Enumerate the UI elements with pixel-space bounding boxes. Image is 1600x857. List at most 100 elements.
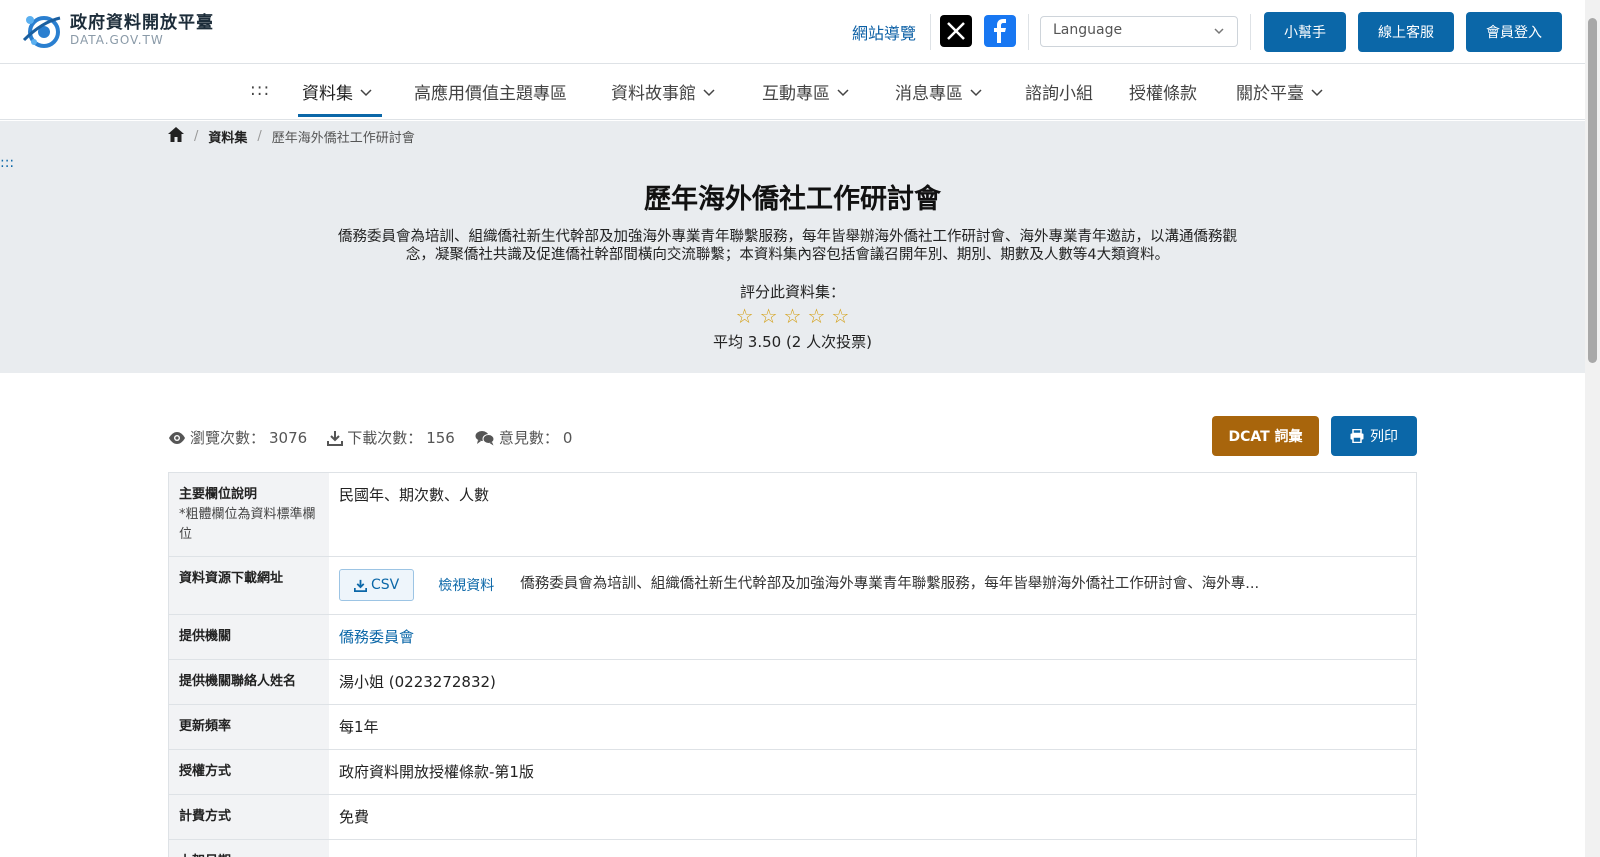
facebook-icon[interactable] (984, 15, 1016, 47)
table-row: 主要欄位說明 *粗體欄位為資料標準欄位 民國年、期次數、人數 (169, 473, 1416, 557)
dataset-metadata-table: 主要欄位說明 *粗體欄位為資料標準欄位 民國年、期次數、人數 資料資源下載網址 … (168, 472, 1417, 857)
star-icon[interactable]: ☆ (736, 306, 754, 326)
divider (1028, 14, 1029, 50)
rating-stars: ☆ ☆ ☆ ☆ ☆ (0, 306, 1585, 326)
row-label: 提供機關聯絡人姓名 (169, 660, 329, 704)
logo-name: 政府資料開放平臺 (70, 13, 214, 33)
logo-sub: DATA.GOV.TW (70, 33, 164, 47)
row-note: *粗體欄位為資料標準欄位 (179, 507, 316, 542)
page-scrollbar[interactable] (1585, 0, 1600, 857)
row-value: 每1年 (339, 718, 379, 736)
row-label: 提供機關 (169, 615, 329, 659)
nav-item-label: 消息專區 (895, 84, 963, 104)
comments-count: 0 (562, 428, 573, 447)
main-nav: ::: 資料集 高應用價值主題專區 資料故事館 互動專區 消息專區 諮詢小組 授… (0, 64, 1585, 120)
table-row: 計費方式 免費 (169, 795, 1416, 840)
logo-icon (22, 10, 62, 50)
top-header: 政府資料開放平臺 DATA.GOV.TW 網站導覽 Language 小幫手 線… (0, 0, 1585, 64)
divider (930, 14, 931, 50)
table-row: 提供機關聯絡人姓名 湯小姐 (0223272832) (169, 660, 1416, 705)
table-row: 提供機關 僑務委員會 (169, 615, 1416, 660)
table-row: 授權方式 政府資料開放授權條款-第1版 (169, 750, 1416, 795)
sitemap-link[interactable]: 網站導覽 (852, 20, 916, 44)
breadcrumb-datasets[interactable]: 資料集 (208, 127, 247, 146)
star-icon[interactable]: ☆ (807, 306, 825, 326)
breadcrumb-separator: / (257, 129, 262, 144)
row-label: 上架日期 (169, 840, 329, 857)
nav-item-about[interactable]: 關於平臺 (1236, 79, 1324, 104)
breadcrumb-current: 歷年海外僑社工作研討會 (271, 131, 415, 146)
csv-download-button[interactable]: CSV (339, 569, 415, 601)
chevron-down-icon (837, 88, 849, 96)
row-label: 資料資源下載網址 (169, 557, 329, 614)
content-accesskey[interactable]: ::: (0, 155, 14, 171)
nav-item-stories[interactable]: 資料故事館 (611, 79, 716, 104)
table-row: 上架日期 (169, 840, 1416, 857)
nav-item-label: 關於平臺 (1236, 84, 1304, 104)
comments-icon (475, 430, 495, 445)
print-button-label: 列印 (1370, 429, 1398, 445)
row-label: 更新頻率 (169, 705, 329, 749)
nav-item-news[interactable]: 消息專區 (895, 79, 983, 104)
scrollbar-thumb[interactable] (1588, 18, 1597, 363)
downloads-label: 下載次數： (347, 429, 423, 447)
provider-link[interactable]: 僑務委員會 (339, 627, 414, 647)
nav-item-label: 諮詢小組 (1025, 84, 1093, 104)
eye-icon (169, 431, 185, 444)
download-icon (354, 579, 367, 592)
nav-accesskey[interactable]: ::: (250, 80, 270, 100)
breadcrumb: / 資料集 / 歷年海外僑社工作研討會 (168, 127, 415, 146)
chevron-down-icon (1213, 25, 1225, 41)
language-select[interactable]: Language (1040, 16, 1238, 47)
dataset-description: 僑務委員會為培訓、組織僑社新生代幹部及加強海外專業青年聯繫服務，每年皆舉辦海外僑… (338, 229, 1237, 263)
star-icon[interactable]: ☆ (760, 306, 778, 326)
x-twitter-icon[interactable] (940, 15, 972, 47)
divider (1250, 14, 1251, 50)
rating-label: 評分此資料集： (739, 283, 845, 301)
table-row: 資料資源下載網址 CSV 檢視資料 僑務委員會為培訓、組織僑社新生代幹部及加強海… (169, 557, 1416, 615)
rating-average: 平均 3.50 (2 人次投票) (713, 333, 872, 351)
online-service-button[interactable]: 線上客服 (1358, 12, 1454, 52)
breadcrumb-separator: / (194, 129, 199, 144)
views-count: 3076 (269, 428, 308, 447)
row-label: 授權方式 (169, 750, 329, 794)
page-title: 歷年海外僑社工作研討會 (644, 184, 941, 215)
star-icon[interactable]: ☆ (784, 306, 802, 326)
row-label: 計費方式 (169, 795, 329, 839)
row-label: 主要欄位說明 (179, 487, 258, 502)
view-data-link[interactable]: 檢視資料 (438, 576, 494, 596)
resource-description: 僑務委員會為培訓、組織僑社新生代幹部及加強海外專業青年聯繫服務，每年皆舉辦海外僑… (520, 576, 1260, 592)
nav-item-license[interactable]: 授權條款 (1129, 79, 1197, 104)
dcat-vocabulary-button[interactable]: DCAT 詞彙 (1212, 416, 1319, 456)
chevron-down-icon (360, 88, 372, 96)
row-value: 政府資料開放授權條款-第1版 (339, 763, 534, 781)
dataset-hero: ::: / 資料集 / 歷年海外僑社工作研討會 歷年海外僑社工作研討會 僑務委員… (0, 121, 1585, 373)
chevron-down-icon (1311, 88, 1323, 96)
printer-icon (1350, 429, 1364, 443)
nav-item-label: 高應用價值主題專區 (414, 84, 567, 104)
csv-label: CSV (371, 577, 400, 593)
member-login-button[interactable]: 會員登入 (1466, 12, 1562, 52)
nav-item-advisory[interactable]: 諮詢小組 (1025, 79, 1093, 104)
nav-item-label: 互動專區 (762, 84, 830, 104)
comments-label: 意見數： (498, 429, 559, 447)
home-icon[interactable] (168, 127, 184, 146)
dataset-stats: 瀏覽次數： 3076 下載次數： 156 意見數： 0 (168, 427, 586, 448)
chevron-down-icon (970, 88, 982, 96)
nav-item-interactive[interactable]: 互動專區 (762, 79, 850, 104)
active-tab-indicator (298, 114, 382, 117)
download-icon (327, 430, 344, 446)
star-icon[interactable]: ☆ (831, 306, 849, 326)
row-value: 免費 (339, 808, 370, 826)
chevron-down-icon (703, 88, 715, 96)
row-value: 民國年、期次數、人數 (339, 486, 490, 504)
site-logo[interactable]: 政府資料開放平臺 DATA.GOV.TW (22, 10, 214, 50)
downloads-count: 156 (426, 428, 455, 447)
nav-item-high-value[interactable]: 高應用價值主題專區 (414, 79, 567, 104)
nav-item-label: 授權條款 (1129, 84, 1197, 104)
nav-item-label: 資料集 (302, 84, 353, 104)
nav-item-datasets[interactable]: 資料集 (302, 79, 373, 104)
print-button[interactable]: 列印 (1331, 416, 1417, 456)
language-select-value: Language (1053, 22, 1123, 38)
helper-button[interactable]: 小幫手 (1264, 12, 1346, 52)
